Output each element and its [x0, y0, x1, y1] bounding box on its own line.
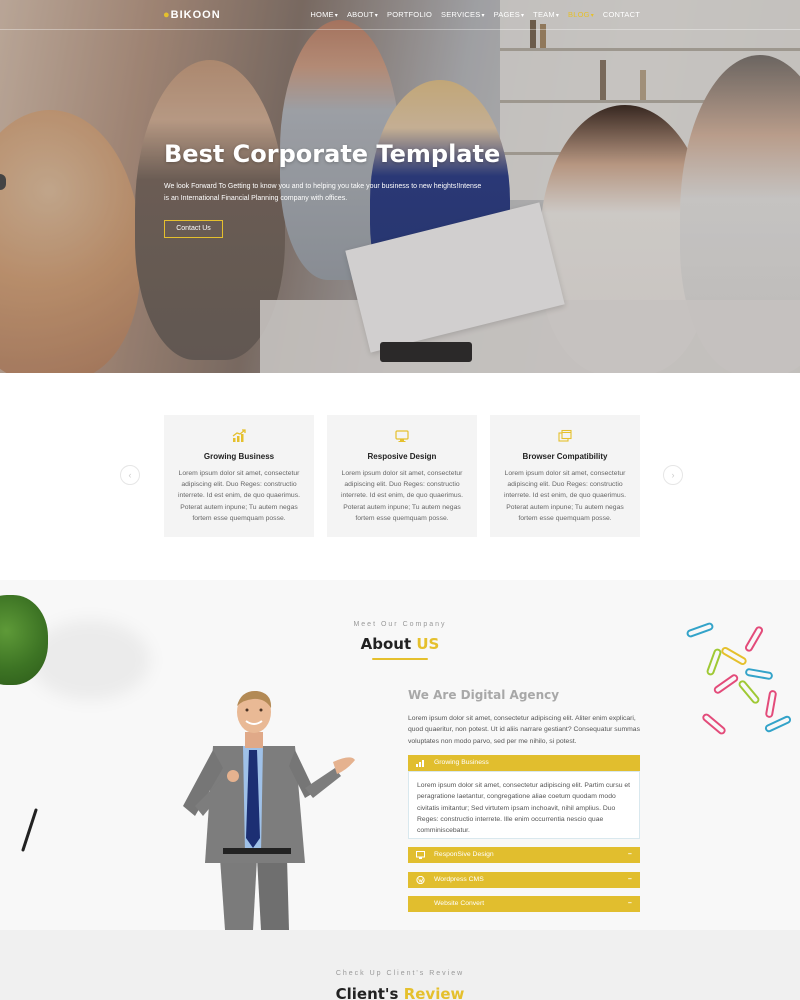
chevron-down-icon: ▾: [590, 13, 594, 19]
nav-item-blog[interactable]: BLOG▾: [568, 10, 594, 19]
hero-section: ●BIKOON HOME▾ ABOUT▾ PORTFOLIO SERVICES▾…: [0, 0, 800, 373]
nav-item-label: SERVICES: [441, 10, 481, 19]
browser-windows-icon: [558, 429, 572, 442]
logo-text: BIKOON: [170, 9, 221, 21]
agency-description: Lorem ipsum dolor sit amet, consectetur …: [408, 715, 640, 745]
plant-shadow: [30, 620, 150, 700]
businessman-image: [183, 690, 355, 930]
accordion-toggle-icon[interactable]: −: [628, 872, 632, 888]
nav-item-pages[interactable]: PAGES▾: [494, 10, 525, 19]
chevron-down-icon: ▾: [374, 13, 379, 19]
hero-title: Best Corporate Template: [164, 140, 501, 168]
feature-text: Lorem ipsum dolor sit amet, consectetur …: [177, 470, 301, 522]
about-title: About US: [0, 635, 800, 653]
accordion-label: Wordpress CMS: [434, 876, 484, 883]
site-logo[interactable]: ●BIKOON: [163, 9, 221, 21]
main-nav: HOME▾ ABOUT▾ PORTFOLIO SERVICES▾ PAGES▾ …: [310, 10, 640, 19]
decor-pen: [21, 808, 38, 852]
nav-item-team[interactable]: TEAM▾: [533, 10, 559, 19]
nav-item-home[interactable]: HOME▾: [310, 10, 338, 19]
chevron-down-icon: ▾: [555, 13, 560, 19]
nav-item-label: ABOUT: [346, 10, 374, 19]
feature-text: Lorem ipsum dolor sit amet, consectetur …: [503, 470, 627, 522]
features-section: ‹ Growing Business Lorem ipsum dolor sit…: [0, 373, 800, 580]
nav-item-label: PORTFOLIO: [387, 10, 433, 19]
accordion-toggle-icon[interactable]: −: [628, 896, 632, 912]
feature-card: Browser Compatibility Lorem ipsum dolor …: [490, 415, 640, 537]
chevron-down-icon: ▾: [520, 13, 525, 19]
top-navbar: ●BIKOON HOME▾ ABOUT▾ PORTFOLIO SERVICES▾…: [0, 0, 800, 30]
decor-paperclip: [712, 672, 740, 696]
about-title-main: About: [360, 635, 412, 653]
feature-title: Growing Business: [203, 452, 275, 461]
wordpress-icon: [416, 876, 425, 884]
nav-item-label: TEAM: [533, 10, 555, 19]
decor-paperclip: [736, 678, 762, 706]
feature-card: Growing Business Lorem ipsum dolor sit a…: [164, 415, 314, 537]
nav-item-contact[interactable]: CONTACT: [603, 10, 640, 19]
nav-item-portfolio[interactable]: PORTFOLIO: [387, 10, 432, 19]
nav-item-label: BLOG: [568, 10, 590, 19]
monitor-icon: [395, 430, 409, 442]
accordion-growing-business[interactable]: Growing Business: [408, 755, 640, 771]
nav-item-label: PAGES: [493, 10, 520, 19]
hero-description: We look Forward To Getting to know you a…: [164, 183, 482, 202]
feature-title: Resposive Design: [367, 452, 437, 461]
accordion-responsive-design[interactable]: ResponSive Design −: [408, 847, 640, 863]
decor-paperclip: [764, 689, 778, 719]
review-kicker: Check Up Client's Review: [335, 970, 465, 977]
chevron-down-icon: ▾: [481, 13, 485, 19]
contact-us-button[interactable]: Contact Us: [164, 220, 223, 238]
accordion-toggle-icon[interactable]: −: [628, 847, 632, 863]
feature-card: Resposive Design Lorem ipsum dolor sit a…: [327, 415, 477, 537]
about-title-underline: [372, 658, 428, 660]
accordion-website-convert[interactable]: Website Convert −: [408, 896, 640, 912]
feature-text: Lorem ipsum dolor sit amet, consectetur …: [340, 470, 464, 522]
chart-icon: [416, 760, 424, 767]
nav-item-services[interactable]: SERVICES▾: [441, 10, 485, 19]
features-next-arrow[interactable]: ›: [663, 465, 683, 485]
decor-paperclip: [700, 711, 728, 737]
review-title-highlight: Review: [403, 985, 465, 1000]
client-review-section: Check Up Client's Review Client's Review: [0, 930, 800, 1000]
chevron-down-icon: ▾: [334, 13, 338, 19]
logo-dot: ●: [163, 9, 171, 21]
accordion-wordpress-cms[interactable]: Wordpress CMS −: [408, 872, 640, 888]
about-title-highlight: US: [416, 635, 440, 653]
features-prev-arrow[interactable]: ‹: [120, 465, 140, 485]
decor-paperclip: [744, 667, 774, 681]
nav-item-about[interactable]: ABOUT▾: [347, 10, 378, 19]
review-title: Client's Review: [0, 985, 800, 1000]
nav-item-label: HOME: [310, 10, 334, 19]
accordion-body: Lorem ipsum dolor sit amet, consectetur …: [408, 771, 640, 839]
growth-chart-icon: [232, 429, 246, 442]
about-section: Meet Our Company About US We Are Digital…: [0, 580, 800, 930]
nav-item-label: CONTACT: [602, 10, 640, 19]
agency-title: We Are Digital Agency: [408, 688, 560, 702]
about-kicker: Meet Our Company: [353, 621, 447, 628]
feature-title: Browser Compatibility: [522, 452, 608, 461]
monitor-icon: [416, 851, 425, 859]
accordion-label: Website Convert: [434, 900, 485, 907]
accordion-label: ResponSive Design: [434, 851, 494, 858]
review-title-main: Client's: [335, 985, 399, 1000]
accordion-label: Growing Business: [434, 759, 489, 766]
